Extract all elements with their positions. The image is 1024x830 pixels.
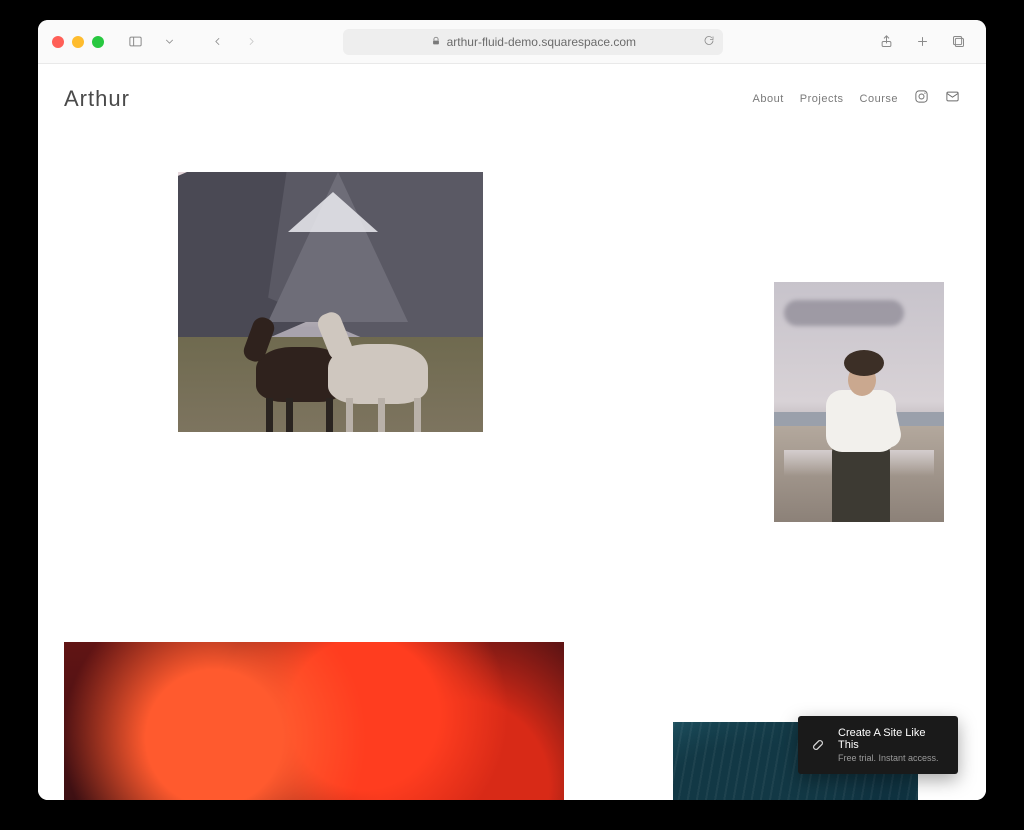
- chevron-down-icon[interactable]: [156, 31, 182, 53]
- gallery-image[interactable]: [774, 282, 944, 522]
- instagram-icon[interactable]: [914, 89, 929, 109]
- minimize-window-button[interactable]: [72, 36, 84, 48]
- forward-button[interactable]: [238, 31, 264, 53]
- site-title[interactable]: Arthur: [64, 86, 130, 112]
- window-controls: [52, 36, 104, 48]
- address-bar[interactable]: arthur-fluid-demo.squarespace.com: [343, 29, 723, 55]
- share-button[interactable]: [874, 31, 900, 53]
- new-tab-button[interactable]: [910, 31, 936, 53]
- cta-subtitle: Free trial. Instant access.: [838, 753, 946, 763]
- page-content: Arthur About Projects Course: [38, 64, 986, 800]
- email-icon[interactable]: [945, 89, 960, 109]
- squarespace-logo-icon: [808, 735, 828, 755]
- nav-link-about[interactable]: About: [753, 93, 784, 105]
- cta-title: Create A Site Like This: [838, 727, 946, 751]
- gallery-image[interactable]: [64, 642, 564, 800]
- browser-chrome: arthur-fluid-demo.squarespace.com: [38, 20, 986, 64]
- url-text: arthur-fluid-demo.squarespace.com: [447, 35, 636, 49]
- close-window-button[interactable]: [52, 36, 64, 48]
- site-header: Arthur About Projects Course: [38, 64, 986, 122]
- site-nav: About Projects Course: [753, 89, 960, 109]
- nav-link-projects[interactable]: Projects: [800, 93, 844, 105]
- tabs-overview-button[interactable]: [946, 31, 972, 53]
- lock-icon: [431, 35, 441, 49]
- create-site-cta[interactable]: Create A Site Like This Free trial. Inst…: [798, 716, 958, 774]
- gallery: [38, 122, 986, 798]
- nav-link-course[interactable]: Course: [860, 93, 898, 105]
- sidebar-toggle-button[interactable]: [122, 31, 148, 53]
- gallery-image[interactable]: [178, 172, 483, 432]
- browser-window: arthur-fluid-demo.squarespace.com Arthur…: [38, 20, 986, 800]
- reload-button[interactable]: [703, 34, 715, 49]
- fullscreen-window-button[interactable]: [92, 36, 104, 48]
- back-button[interactable]: [204, 31, 230, 53]
